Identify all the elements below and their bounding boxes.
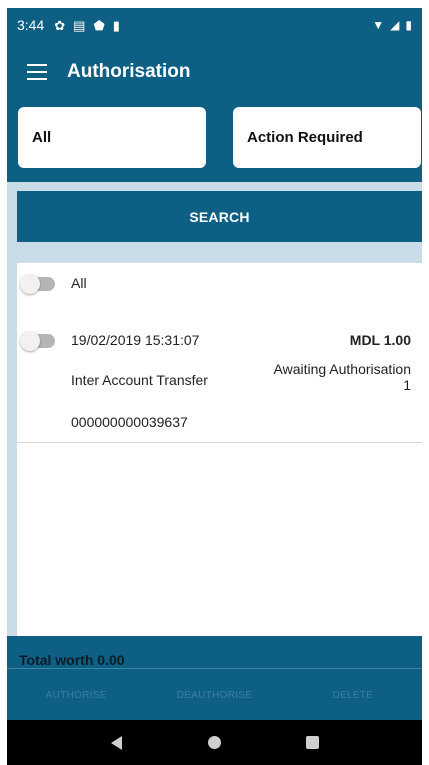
filter-status-dropdown[interactable]: Action Required bbox=[233, 107, 421, 168]
authorisation-list: All 19/02/2019 15:31:07 MDL 1.00 Inter A… bbox=[17, 263, 422, 636]
status-right-icons: ▼ ◢ ▮ bbox=[372, 18, 412, 32]
delete-button[interactable]: DELETE bbox=[284, 680, 422, 710]
transaction-status-count: 1 bbox=[403, 377, 411, 393]
home-icon[interactable] bbox=[204, 733, 224, 753]
footer-divider bbox=[7, 668, 422, 669]
footer-bar: Total worth 0.00 AUTHORISE DEAUTHORISE D… bbox=[7, 636, 422, 720]
app-screen: 3:44 ✿ ▤ ⬟ ▮ ▼ ◢ ▮ Authorisation All Act… bbox=[7, 8, 422, 765]
system-nav-bar bbox=[7, 720, 422, 765]
select-all-label: All bbox=[71, 275, 87, 291]
list-item[interactable]: 19/02/2019 15:31:07 MDL 1.00 Inter Accou… bbox=[17, 317, 422, 443]
battery-icon: ▮ bbox=[405, 18, 412, 32]
recents-icon[interactable] bbox=[303, 733, 323, 753]
message-icon: ▤ bbox=[73, 17, 86, 33]
search-button[interactable]: SEARCH bbox=[17, 191, 422, 242]
transaction-date: 19/02/2019 15:31:07 bbox=[71, 332, 200, 348]
transaction-status: Awaiting Authorisation 1 bbox=[274, 361, 412, 393]
menu-icon[interactable] bbox=[27, 64, 47, 80]
filter-bar: All Action Required bbox=[7, 102, 422, 182]
sdcard-icon: ▮ bbox=[112, 17, 120, 33]
authorise-button[interactable]: AUTHORISE bbox=[7, 680, 145, 710]
signal-icon: ◢ bbox=[390, 18, 400, 32]
page-title: Authorisation bbox=[67, 61, 191, 82]
status-time: 3:44 bbox=[17, 17, 45, 33]
shield-icon: ⬟ bbox=[93, 17, 105, 33]
transaction-select-toggle[interactable] bbox=[20, 331, 55, 351]
wifi-icon: ▼ bbox=[372, 18, 385, 32]
transaction-reference: 000000000039637 bbox=[71, 414, 188, 430]
deauthorise-button[interactable]: DEAUTHORISE bbox=[145, 680, 283, 710]
transaction-type: Inter Account Transfer bbox=[71, 372, 208, 388]
back-icon[interactable] bbox=[106, 733, 126, 753]
gear-icon: ✿ bbox=[54, 17, 66, 33]
filter-all-dropdown[interactable]: All bbox=[18, 107, 206, 168]
action-bar: AUTHORISE DEAUTHORISE DELETE bbox=[7, 680, 422, 710]
select-all-toggle[interactable] bbox=[20, 274, 55, 294]
status-bar: 3:44 ✿ ▤ ⬟ ▮ ▼ ◢ ▮ bbox=[7, 8, 422, 42]
total-worth: Total worth 0.00 bbox=[19, 652, 125, 668]
app-bar: Authorisation bbox=[7, 42, 422, 102]
transaction-status-text: Awaiting Authorisation bbox=[273, 361, 412, 377]
transaction-amount: MDL 1.00 bbox=[349, 332, 411, 348]
